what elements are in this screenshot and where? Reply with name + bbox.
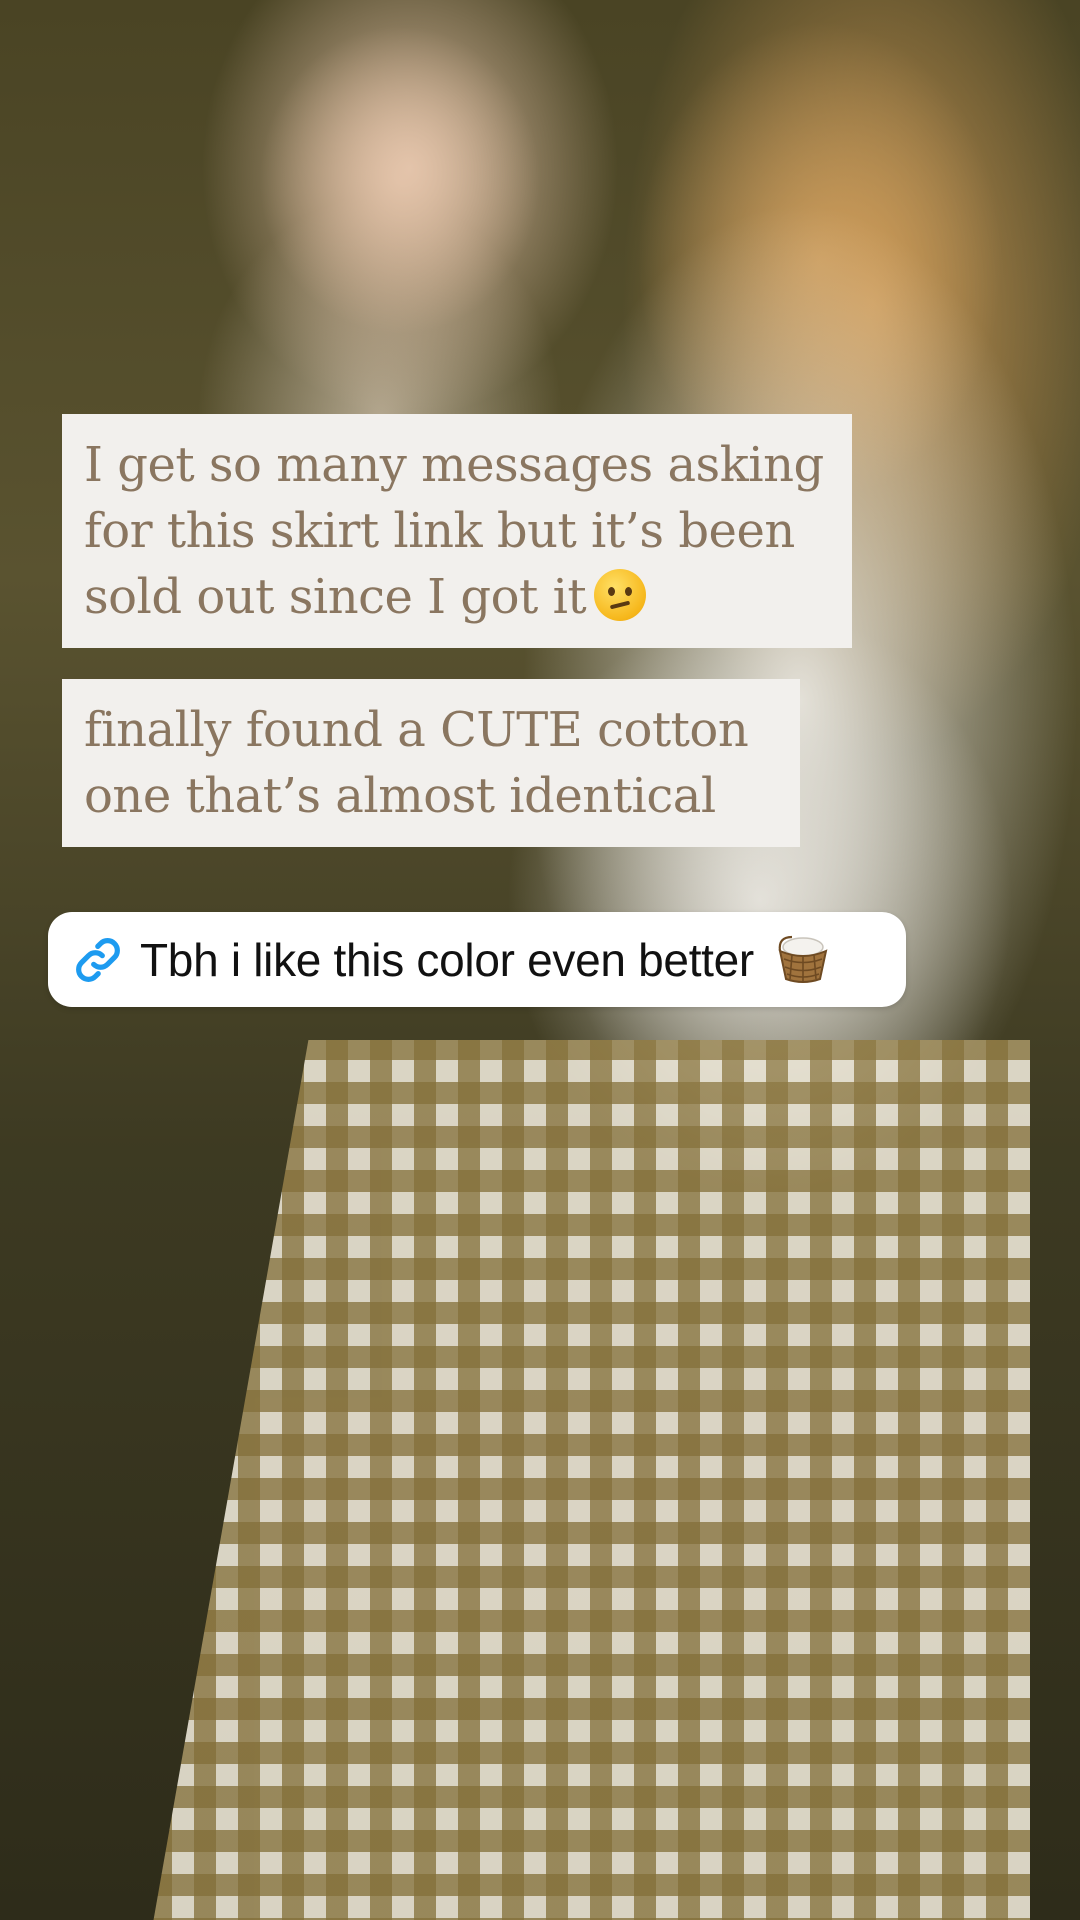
caption-line: I get so many messages asking [84,437,824,493]
caption-text-box-2: finally found a CUTE cotton one that’s a… [62,679,800,847]
confused-face-emoji-icon [594,569,647,621]
caption-line: one that’s almost identical [84,768,716,824]
caption-text-box-1: I get so many messages asking for this s… [62,414,852,648]
caption-line-text: sold out since I got it [84,569,587,625]
link-icon [76,937,120,982]
caption-line: for this skirt link but it’s been [84,503,795,559]
basket-emoji-icon [778,935,828,983]
link-sticker-label: Tbh i like this color even better [140,933,754,986]
background-photo-gingham-skirt [150,1040,1030,1920]
caption-line: sold out since I got it [84,564,832,630]
caption-line: finally found a CUTE cotton [84,702,749,758]
link-sticker[interactable]: Tbh i like this color even better [48,912,906,1007]
story-view[interactable]: I get so many messages asking for this s… [0,0,1080,1920]
